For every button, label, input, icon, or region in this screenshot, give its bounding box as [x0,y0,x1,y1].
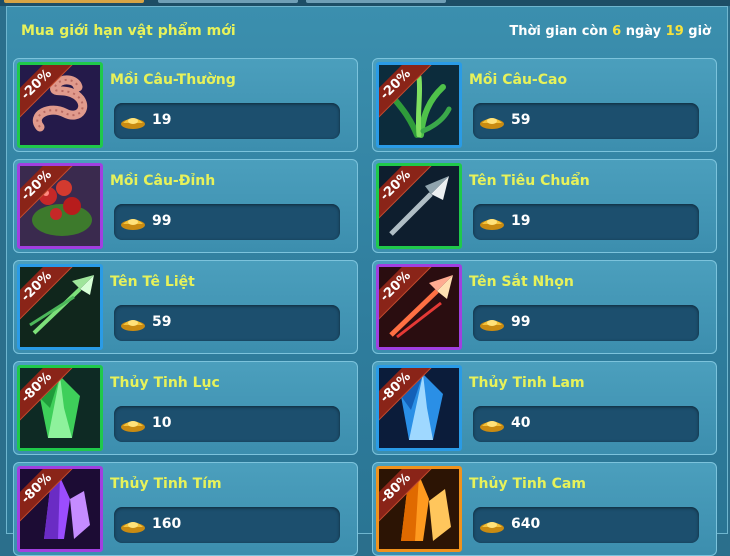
shop-item-card[interactable]: -80% Thủy Tinh Lục 10 [13,361,358,455]
tab-1[interactable] [4,0,144,3]
shop-item-card[interactable]: -20% Tên Tiêu Chuẩn 19 [372,159,717,253]
price-box: 59 [114,305,340,341]
days-unit: ngày [625,24,662,39]
item-icon-frame[interactable]: -80% [376,365,462,451]
item-name: Mồi Câu-Đỉnh [110,173,216,189]
gold-ingot-icon [120,314,146,332]
price-box: 59 [473,103,699,139]
gold-ingot-icon [120,516,146,534]
tab-2[interactable] [158,0,298,3]
gold-ingot-icon [479,516,505,534]
shop-item-card[interactable]: -80% Thủy Tinh Cam 640 [372,462,717,556]
days-value: 6 [612,24,622,39]
shop-item-card[interactable]: -20% Mồi Câu-Đỉnh 99 [13,159,358,253]
item-icon-frame[interactable]: -20% [17,163,103,249]
gold-ingot-icon [120,213,146,231]
price-box: 40 [473,406,699,442]
shop-item-card[interactable]: -20% Tên Sắt Nhọn 99 [372,260,717,354]
gold-ingot-icon [479,314,505,332]
item-price: 40 [511,415,531,431]
item-price: 640 [511,516,541,532]
shop-item-card[interactable]: -20% Tên Tê Liệt 59 [13,260,358,354]
panel-title: Mua giới hạn vật phẩm mới [21,23,236,39]
shop-item-card[interactable]: -20% Mồi Câu-Thường 19 [13,58,358,152]
item-icon-frame[interactable]: -20% [376,264,462,350]
shop-item-card[interactable]: -80% Thủy Tinh Lam 40 [372,361,717,455]
item-icon-frame[interactable]: -80% [376,466,462,552]
item-price: 59 [511,112,531,128]
gold-ingot-icon [120,112,146,130]
item-icon-frame[interactable]: -80% [17,365,103,451]
item-price: 99 [152,213,172,229]
item-price: 59 [152,314,172,330]
price-box: 19 [473,204,699,240]
item-price: 19 [152,112,172,128]
hours-unit: giờ [688,24,711,39]
price-box: 10 [114,406,340,442]
item-name: Thủy Tinh Cam [469,476,586,492]
item-name: Thủy Tinh Lục [110,375,220,391]
item-name: Thủy Tinh Lam [469,375,585,391]
item-icon-frame[interactable]: -20% [17,264,103,350]
gold-ingot-icon [120,415,146,433]
shop-item-card[interactable]: -20% Mồi Câu-Cao 59 [372,58,717,152]
price-box: 99 [473,305,699,341]
item-price: 99 [511,314,531,330]
price-box: 160 [114,507,340,543]
item-price: 160 [152,516,182,532]
item-icon-frame[interactable]: -20% [376,62,462,148]
price-box: 99 [114,204,340,240]
gold-ingot-icon [479,415,505,433]
item-icon-frame[interactable]: -20% [17,62,103,148]
item-name: Mồi Câu-Cao [469,72,568,88]
item-name: Tên Tê Liệt [110,274,195,290]
price-box: 640 [473,507,699,543]
time-remaining: Thời gian còn 6 ngày 19 giờ [509,24,711,39]
time-prefix: Thời gian còn [509,24,608,39]
item-name: Tên Sắt Nhọn [469,274,574,290]
item-price: 10 [152,415,172,431]
item-icon-frame[interactable]: -80% [17,466,103,552]
tab-3[interactable] [306,0,446,3]
item-name: Tên Tiêu Chuẩn [469,173,590,189]
hours-value: 19 [665,24,684,39]
gold-ingot-icon [479,112,505,130]
item-name: Mồi Câu-Thường [110,72,236,88]
item-price: 19 [511,213,531,229]
item-icon-frame[interactable]: -20% [376,163,462,249]
gold-ingot-icon [479,213,505,231]
item-name: Thủy Tinh Tím [110,476,222,492]
shop-item-card[interactable]: -80% Thủy Tinh Tím 160 [13,462,358,556]
price-box: 19 [114,103,340,139]
